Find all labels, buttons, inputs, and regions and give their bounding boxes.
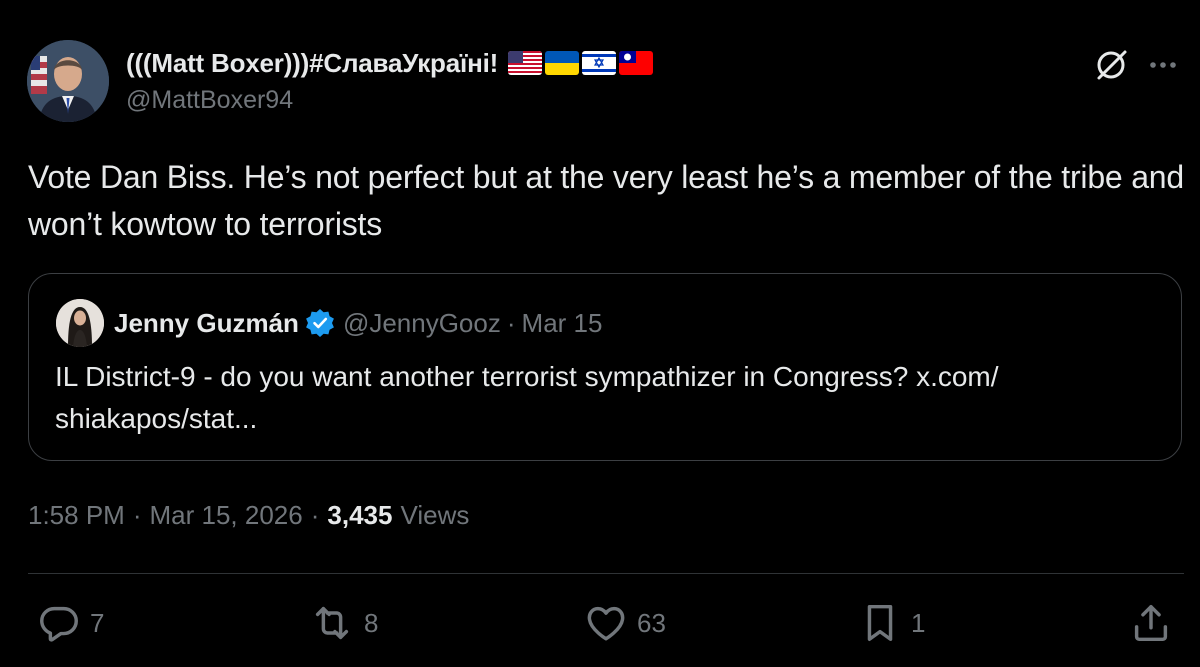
meta-separator: · bbox=[132, 500, 142, 530]
share-button[interactable] bbox=[1128, 600, 1174, 646]
heart-icon bbox=[587, 606, 625, 641]
quote-date[interactable]: Mar 15 bbox=[522, 308, 603, 339]
author-name-row: (((Matt Boxer)))#СлаваУкраїні! bbox=[126, 45, 654, 81]
views-count: 3,435 bbox=[327, 500, 393, 530]
repost-count: 8 bbox=[364, 607, 379, 638]
tweet-time[interactable]: 1:58 PM bbox=[28, 500, 125, 531]
reply-count: 7 bbox=[90, 607, 105, 638]
actions-divider bbox=[28, 573, 1184, 574]
quote-author-avatar[interactable] bbox=[56, 299, 104, 347]
repost-icon bbox=[315, 606, 349, 640]
ukraine-flag-icon bbox=[545, 51, 580, 75]
tweet-date[interactable]: Mar 15, 2026 bbox=[150, 500, 303, 531]
views-label: Views bbox=[400, 500, 470, 530]
author-flags bbox=[508, 51, 654, 75]
author-display-name[interactable]: (((Matt Boxer)))#СлаваУкраїні! bbox=[126, 48, 498, 79]
verified-badge-icon bbox=[306, 309, 334, 337]
quote-author-avatar-image bbox=[56, 299, 104, 347]
taiwan-flag-icon bbox=[619, 51, 654, 75]
author-avatar[interactable] bbox=[27, 40, 109, 122]
tweet-meta: 1:58 PM · Mar 15, 2026 · 3,435 Views bbox=[28, 500, 469, 531]
quote-header: Jenny Guzmán @JennyGooz · Mar 15 bbox=[56, 298, 602, 348]
bookmark-count: 1 bbox=[911, 607, 926, 638]
grok-icon[interactable] bbox=[1091, 45, 1131, 85]
israel-flag-icon bbox=[582, 51, 617, 75]
us-flag-icon bbox=[508, 51, 543, 75]
share-icon bbox=[1134, 604, 1168, 642]
quote-tweet-card[interactable]: Jenny Guzmán @JennyGooz · Mar 15 IL Dist… bbox=[28, 273, 1182, 461]
repost-button[interactable]: 8 bbox=[308, 600, 378, 646]
tweet-text: Vote Dan Biss. He’s not perfect but at t… bbox=[28, 159, 1184, 242]
bookmark-icon bbox=[867, 604, 893, 642]
reply-icon bbox=[40, 606, 78, 642]
reply-button[interactable]: 7 bbox=[36, 600, 104, 646]
quote-separator: · bbox=[506, 307, 516, 338]
like-count: 63 bbox=[637, 607, 666, 638]
quote-text: IL District-9 - do you want another terr… bbox=[55, 361, 999, 434]
like-button[interactable]: 63 bbox=[583, 600, 666, 646]
quote-author-handle[interactable]: @JennyGooz bbox=[343, 308, 501, 339]
meta-separator: · bbox=[310, 500, 320, 530]
more-options-icon[interactable] bbox=[1143, 50, 1183, 80]
author-handle[interactable]: @MattBoxer94 bbox=[126, 86, 293, 115]
author-avatar-image bbox=[27, 40, 109, 122]
quote-author-name[interactable]: Jenny Guzmán bbox=[114, 308, 299, 339]
bookmark-button[interactable]: 1 bbox=[857, 600, 925, 646]
